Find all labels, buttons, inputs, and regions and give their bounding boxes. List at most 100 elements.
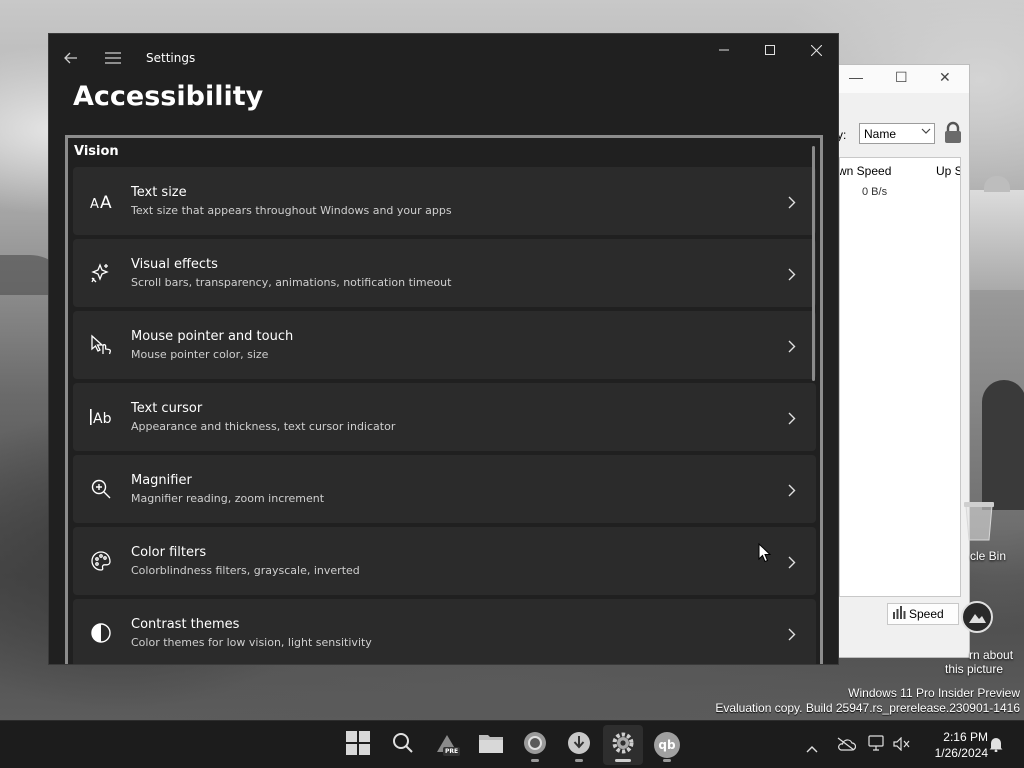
settings-content-panel: Vision A A Text size Text size that appe… bbox=[65, 135, 823, 664]
setting-description: Appearance and thickness, text cursor in… bbox=[131, 420, 396, 433]
column-header-down-speed[interactable]: wn Speed bbox=[840, 164, 891, 178]
setting-label: Visual effects bbox=[131, 257, 218, 272]
watermark-line1: Windows 11 Pro Insider Preview bbox=[848, 686, 1020, 700]
setting-description: Scroll bars, transparency, animations, n… bbox=[131, 276, 452, 289]
setting-card-mouse-pointer[interactable]: Mouse pointer and touch Mouse pointer co… bbox=[73, 311, 816, 379]
search-icon bbox=[392, 732, 414, 758]
minimize-icon[interactable]: — bbox=[849, 69, 863, 85]
wallpaper-bridge bbox=[968, 290, 1024, 530]
taskbar-installer[interactable] bbox=[559, 725, 599, 765]
vertical-scrollbar[interactable] bbox=[812, 146, 815, 381]
browser-icon bbox=[523, 731, 547, 759]
maximize-icon[interactable]: ☐ bbox=[895, 69, 908, 86]
running-indicator bbox=[531, 759, 539, 762]
pre-badge: PRE bbox=[443, 747, 461, 756]
system-clock[interactable]: 2:16 PM 1/26/2024 bbox=[918, 729, 988, 761]
running-indicator bbox=[663, 759, 671, 762]
chevron-right-icon bbox=[788, 266, 796, 285]
setting-card-contrast-themes[interactable]: Contrast themes Color themes for low vis… bbox=[73, 599, 816, 664]
speed-tab-label: Speed bbox=[909, 607, 944, 621]
windows-start-icon bbox=[346, 731, 370, 759]
text-cursor-icon: Ab bbox=[89, 405, 113, 429]
bar-chart-icon bbox=[892, 606, 906, 622]
speed-tab-button[interactable]: Speed bbox=[887, 603, 959, 625]
taskbar-search-button[interactable] bbox=[383, 725, 423, 765]
background-app-window[interactable]: — ☐ ✕ y: Name wn Speed Up S 0 B/s Speed bbox=[837, 64, 970, 658]
setting-label: Magnifier bbox=[131, 473, 192, 488]
setting-description: Color themes for low vision, light sensi… bbox=[131, 636, 372, 649]
installer-icon bbox=[567, 731, 591, 759]
setting-label: Color filters bbox=[131, 545, 207, 560]
volume-muted-icon[interactable] bbox=[893, 736, 911, 755]
file-explorer-icon bbox=[478, 732, 504, 758]
setting-card-magnifier[interactable]: Magnifier Magnifier reading, zoom increm… bbox=[73, 455, 816, 523]
taskbar-dev-pre-app[interactable]: PRE bbox=[427, 725, 467, 765]
chevron-right-icon bbox=[788, 194, 796, 213]
setting-label: Contrast themes bbox=[131, 617, 240, 632]
close-icon[interactable] bbox=[793, 34, 838, 66]
network-icon[interactable] bbox=[868, 735, 886, 755]
transfer-list[interactable]: wn Speed Up S 0 B/s bbox=[839, 157, 961, 597]
taskbar-settings[interactable] bbox=[603, 725, 643, 765]
wallpaper-building bbox=[970, 176, 1024, 290]
lock-icon[interactable] bbox=[941, 121, 965, 150]
start-button[interactable] bbox=[338, 725, 378, 765]
onedrive-offline-icon[interactable] bbox=[836, 736, 857, 755]
background-app-titlebar[interactable]: — ☐ ✕ bbox=[839, 65, 969, 93]
minimize-icon[interactable] bbox=[701, 34, 747, 66]
chevron-right-icon bbox=[788, 338, 796, 357]
qbittorrent-icon-text: qb bbox=[658, 738, 676, 752]
learn-about-picture-line2: this picture bbox=[945, 662, 1004, 676]
mouse-cursor-icon bbox=[758, 542, 772, 567]
contrast-icon bbox=[89, 621, 113, 645]
chevron-up-icon[interactable] bbox=[806, 738, 818, 757]
text-size-icon: A A bbox=[89, 189, 113, 213]
taskbar-file-explorer[interactable] bbox=[471, 725, 511, 765]
setting-description: Colorblindness filters, grayscale, inver… bbox=[131, 564, 360, 577]
qbittorrent-icon: qb bbox=[654, 732, 680, 758]
taskbar-browser[interactable] bbox=[515, 725, 555, 765]
section-title-vision: Vision bbox=[74, 144, 119, 159]
palette-icon bbox=[89, 549, 113, 573]
setting-description: Text size that appears throughout Window… bbox=[131, 204, 452, 217]
column-header-up-speed[interactable]: Up S bbox=[936, 164, 960, 178]
magnifier-icon bbox=[89, 477, 113, 501]
svg-text:A: A bbox=[90, 197, 99, 210]
settings-titlebar[interactable]: Settings bbox=[49, 34, 838, 82]
background-app-toolbar: y: Name bbox=[837, 121, 969, 155]
chevron-right-icon bbox=[788, 410, 796, 429]
sort-select-value: Name bbox=[864, 127, 897, 141]
watermark-line2: Evaluation copy. Build 25947.rs_prerelea… bbox=[715, 701, 1020, 715]
setting-description: Mouse pointer color, size bbox=[131, 348, 269, 361]
close-icon[interactable]: ✕ bbox=[939, 69, 951, 86]
sparkle-icon bbox=[89, 261, 113, 285]
setting-card-visual-effects[interactable]: Visual effects Scroll bars, transparency… bbox=[73, 239, 816, 307]
chevron-right-icon bbox=[788, 626, 796, 645]
settings-window[interactable]: Settings Accessibility Vision A A Text s… bbox=[48, 33, 839, 665]
back-arrow-icon[interactable] bbox=[61, 48, 81, 68]
page-title: Accessibility bbox=[73, 81, 264, 112]
setting-label: Text size bbox=[131, 185, 187, 200]
recycle-bin-icon[interactable] bbox=[962, 498, 996, 546]
maximize-icon[interactable] bbox=[747, 34, 793, 66]
evaluation-watermark: Windows 11 Pro Insider Preview Evaluatio… bbox=[715, 686, 1020, 716]
app-title: Settings bbox=[146, 51, 196, 65]
svg-text:A: A bbox=[100, 193, 112, 210]
learn-about-picture-icon[interactable] bbox=[960, 600, 994, 638]
setting-description: Magnifier reading, zoom increment bbox=[131, 492, 325, 505]
svg-text:Ab: Ab bbox=[93, 411, 112, 426]
dev-pre-icon: PRE bbox=[434, 732, 461, 758]
recycle-bin-label: cle Bin bbox=[970, 549, 1007, 563]
running-indicator bbox=[575, 759, 583, 762]
setting-card-color-filters[interactable]: Color filters Colorblindness filters, gr… bbox=[73, 527, 816, 595]
hamburger-menu-icon[interactable] bbox=[103, 48, 123, 68]
setting-label: Text cursor bbox=[131, 401, 203, 416]
setting-card-text-size[interactable]: A A Text size Text size that appears thr… bbox=[73, 167, 816, 235]
setting-card-text-cursor[interactable]: Ab Text cursor Appearance and thickness,… bbox=[73, 383, 816, 451]
clock-date: 1/26/2024 bbox=[934, 746, 988, 760]
taskbar-qbittorrent[interactable]: qb bbox=[647, 725, 687, 765]
notification-bell-icon[interactable] bbox=[989, 736, 1003, 756]
learn-about-picture-line1: rn about bbox=[969, 648, 1014, 662]
sort-select[interactable]: Name bbox=[859, 123, 935, 144]
chevron-right-icon bbox=[788, 554, 796, 573]
